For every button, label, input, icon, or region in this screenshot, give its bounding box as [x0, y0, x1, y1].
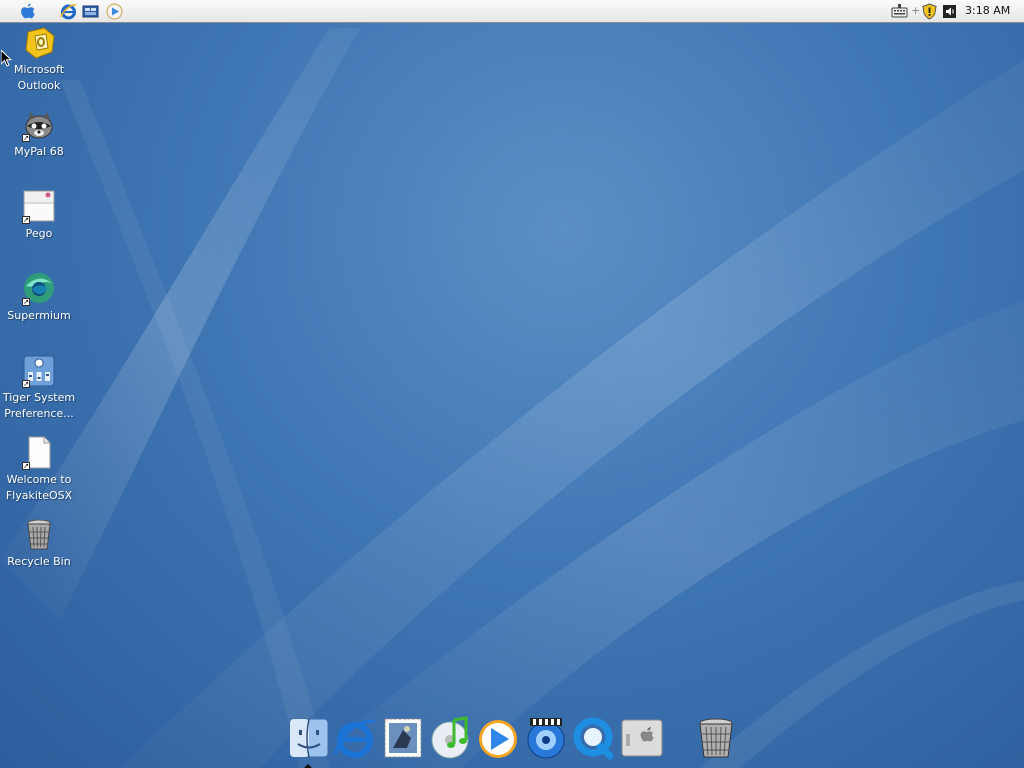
- desktop-icon-label: Supermium: [7, 309, 71, 322]
- show-desktop-icon[interactable]: [82, 3, 99, 20]
- security-shield-icon[interactable]: [921, 3, 938, 20]
- dock: [283, 710, 745, 768]
- desktop-icon-label: Recycle Bin: [7, 555, 71, 568]
- recycle-bin-icon: [22, 518, 56, 552]
- shortcut-arrow-icon: ↗: [22, 134, 30, 142]
- desktop-icon-recycle-bin[interactable]: Recycle Bin: [1, 518, 77, 570]
- pego-window-icon: ↗: [22, 190, 56, 224]
- desktop-icon-supermium[interactable]: ↗ Supermium: [1, 272, 77, 324]
- media-player-icon[interactable]: [106, 3, 123, 20]
- mail-stamp-icon[interactable]: [381, 716, 425, 762]
- shortcut-arrow-icon: ↗: [22, 462, 30, 470]
- trash-icon[interactable]: [694, 716, 738, 762]
- supermium-browser-icon: ↗: [22, 272, 56, 306]
- desktop-icon-label: MyPal 68: [14, 145, 64, 158]
- clock[interactable]: 3:18 AM: [965, 4, 1010, 17]
- system-preferences-icon: ↗: [22, 354, 56, 388]
- desktop-icon-pego[interactable]: ↗ Pego: [1, 190, 77, 242]
- finder-icon[interactable]: [287, 716, 331, 762]
- desktop-icon-welcome-document[interactable]: ↗ Welcome to FlyakiteOSX: [1, 436, 77, 504]
- mouse-cursor-icon: [1, 50, 13, 67]
- menu-bar: + 3:18 AM: [0, 0, 1024, 23]
- wallpaper: [0, 28, 1024, 768]
- shortcut-arrow-icon: ↗: [22, 298, 30, 306]
- system-panel-icon[interactable]: [620, 716, 664, 762]
- shortcut-arrow-icon: ↗: [22, 380, 30, 388]
- windows-media-player-icon[interactable]: [476, 716, 520, 762]
- shortcut-arrow-icon: ↗: [22, 216, 30, 224]
- quicktime-icon[interactable]: [572, 716, 616, 762]
- volume-icon[interactable]: [941, 3, 958, 20]
- internet-explorer-icon[interactable]: [60, 3, 77, 20]
- apple-logo-icon[interactable]: [19, 2, 36, 19]
- document-icon: ↗: [22, 436, 56, 470]
- keyboard-icon[interactable]: [891, 3, 908, 20]
- plus-icon[interactable]: +: [911, 5, 920, 17]
- desktop-icon-tiger-system-preferences[interactable]: ↗ Tiger System Preference...: [1, 354, 77, 422]
- desktop-icon-label: Tiger System Preference...: [2, 391, 76, 420]
- running-indicator-icon: [304, 764, 312, 768]
- mypal-raccoon-icon: ↗: [22, 108, 56, 142]
- desktop-icon-mypal[interactable]: ↗ MyPal 68: [1, 108, 77, 160]
- desktop-icon-label: Welcome to FlyakiteOSX: [5, 473, 73, 502]
- desktop-icon-label: Pego: [25, 227, 53, 240]
- desktop[interactable]: + 3:18 AM Microsoft Outlook ↗ MyPal 68 ↗…: [0, 0, 1024, 768]
- itunes-icon[interactable]: [428, 716, 472, 762]
- internet-explorer-icon[interactable]: [333, 716, 377, 762]
- dvd-player-icon[interactable]: [524, 716, 568, 762]
- outlook-icon: [22, 26, 56, 60]
